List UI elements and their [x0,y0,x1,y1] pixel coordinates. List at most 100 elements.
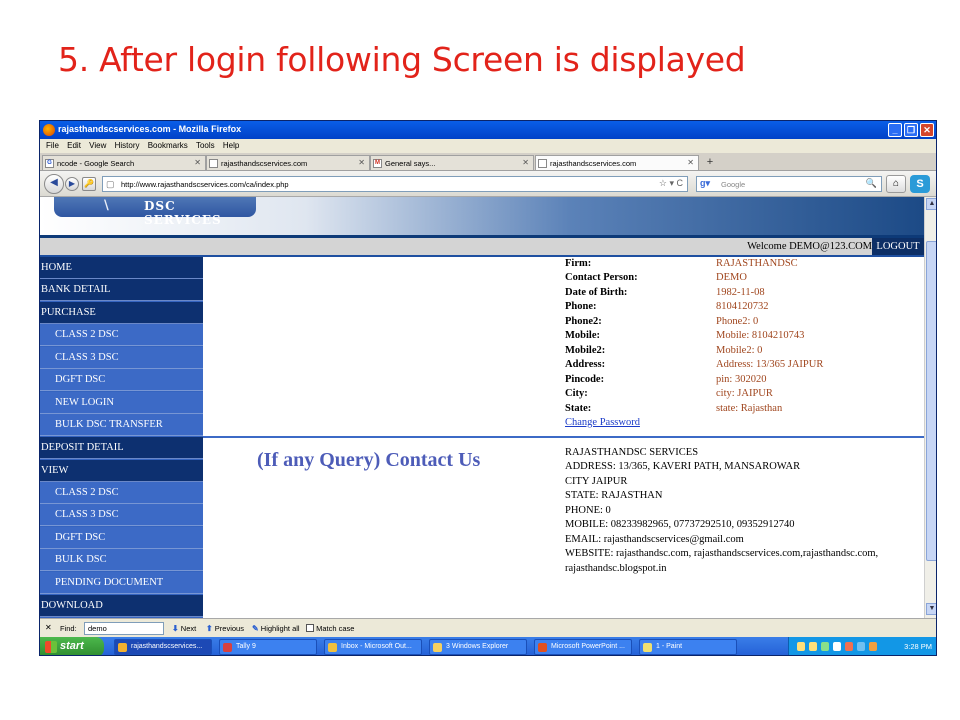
find-close-icon[interactable]: ✕ [45,623,52,632]
highlight-all-button[interactable]: ✎ Highlight all [252,624,300,633]
menu-tools[interactable]: Tools [196,141,215,150]
folder-icon [433,643,442,652]
search-box[interactable]: g▾ Google 🔍 [696,176,882,192]
match-case-checkbox[interactable]: Match case [306,624,354,633]
profile-value: pin: 302020 [716,374,767,385]
sidebar-item-view-bulk[interactable]: BULK DSC [40,549,203,571]
sidebar-item-new-login[interactable]: NEW LOGIN [40,392,203,414]
window-title: rajasthandscservices.com - Mozilla Firef… [58,124,242,134]
tray-help-icon[interactable] [797,642,805,651]
profile-value: city: JAIPUR [716,388,773,399]
page-info-icon[interactable]: 🔑 [82,177,96,191]
sidebar-item-download[interactable]: DOWNLOAD [40,595,203,617]
scroll-up-icon[interactable]: ▲ [926,198,936,210]
sidebar-item-bank-detail[interactable]: BANK DETAIL [40,279,203,301]
tray-antivirus-icon[interactable] [845,642,853,651]
menu-file[interactable]: File [46,141,59,150]
outlook-icon [328,643,337,652]
menu-view[interactable]: View [89,141,106,150]
tab-rajasthandsc-active[interactable]: rajasthandscservices.com ✕ [535,155,699,170]
start-label: start [60,640,84,652]
maximize-icon[interactable]: ❐ [904,123,918,137]
skype-icon[interactable]: S [910,175,930,193]
profile-label: State: [565,403,592,414]
tray-network-icon[interactable] [809,642,817,651]
profile-label: Firm: [565,258,592,269]
window-title-bar[interactable]: rajasthandscservices.com - Mozilla Firef… [40,121,936,139]
tab-google-search[interactable]: G ncode - Google Search ✕ [42,155,206,170]
tray-update-icon[interactable] [869,642,877,651]
forward-arrow-icon[interactable]: ▶ [65,177,79,191]
sidebar-item-purchase-dgft[interactable]: DGFT DSC [40,369,203,391]
find-previous-button[interactable]: ⬆ Previous [206,624,244,633]
home-icon[interactable]: ⌂ [886,175,906,193]
tray-skype-icon[interactable] [857,642,865,651]
logout-button[interactable]: LOGOUT [872,238,924,255]
sidebar-item-deposit-detail[interactable]: DEPOSIT DETAIL [40,437,203,459]
minimize-icon[interactable]: _ [888,123,902,137]
profile-value: 8104120732 [716,301,769,312]
site-logo[interactable]: \ DSC SERVICES [54,197,256,227]
sidebar-item-purchase[interactable]: PURCHASE [40,302,203,324]
task-label: 3 Windows Explorer [446,643,509,650]
search-icon[interactable]: 🔍 [866,178,877,189]
find-input[interactable]: demo [84,622,164,635]
sidebar-item-view-class2[interactable]: CLASS 2 DSC [40,482,203,504]
sidebar-item-view[interactable]: VIEW [40,460,203,482]
sidebar-item-bulk-transfer[interactable]: BULK DSC TRANSFER [40,414,203,436]
tab-gmail[interactable]: M General says... ✕ [370,155,534,170]
highlighter-icon: ✎ [252,624,259,633]
url-text: http://www.rajasthandscservices.com/ca/i… [121,180,289,189]
task-label: rajasthandscservices... [131,643,203,650]
logo-swoosh-icon: \ [104,198,110,213]
taskbar-clock: 3:28 PM [904,642,932,651]
sidebar-item-view-class3[interactable]: CLASS 3 DSC [40,504,203,526]
page-favicon-icon [538,159,547,168]
sidebar-item-purchase-class3[interactable]: CLASS 3 DSC [40,347,203,369]
profile-value: 1982-11-08 [716,287,765,298]
navigation-toolbar: ◀ ▶ 🔑 ▢ http://www.rajasthandscservices.… [40,171,936,197]
gmail-favicon-icon: M [373,159,382,168]
sidebar-item-purchase-class2[interactable]: CLASS 2 DSC [40,324,203,346]
taskbar-item-firefox[interactable]: rajasthandscservices... [114,639,212,655]
tab-label: rajasthandscservices.com [550,159,637,168]
start-button[interactable]: start [40,637,104,655]
find-next-button[interactable]: ⬇ Next [172,624,196,633]
tab-close-icon[interactable]: ✕ [522,158,529,167]
tray-security-icon[interactable] [821,642,829,651]
sidebar-item-view-dgft[interactable]: DGFT DSC [40,527,203,549]
taskbar-item-explorer[interactable]: 3 Windows Explorer [429,639,527,655]
url-bar[interactable]: ▢ http://www.rajasthandscservices.com/ca… [102,176,688,192]
taskbar-item-outlook[interactable]: Inbox - Microsoft Out... [324,639,422,655]
scroll-thumb[interactable] [926,241,936,561]
back-arrow-icon[interactable]: ◀ [44,174,64,194]
google-logo-icon: g▾ [700,178,711,188]
vertical-scrollbar[interactable]: ▲ ▼ [924,197,936,618]
taskbar-item-paint[interactable]: 1 - Paint [639,639,737,655]
menu-edit[interactable]: Edit [67,141,81,150]
change-password-link[interactable]: Change Password [565,417,640,428]
sidebar-item-home[interactable]: HOME [40,257,203,279]
profile-value: Mobile2: 0 [716,345,763,356]
tray-volume-icon[interactable] [833,642,841,651]
menu-bookmarks[interactable]: Bookmarks [148,141,188,150]
contact-line: STATE: RAJASTHAN [565,490,663,501]
taskbar-item-powerpoint[interactable]: Microsoft PowerPoint ... [534,639,632,655]
query-heading: (If any Query) Contact Us [257,449,481,471]
menu-history[interactable]: History [115,141,140,150]
menu-help[interactable]: Help [223,141,239,150]
logo-text: DSC SERVICES [144,199,222,227]
tab-close-icon[interactable]: ✕ [687,158,694,167]
close-icon[interactable]: ✕ [920,123,934,137]
scroll-down-icon[interactable]: ▼ [926,603,936,615]
tab-close-icon[interactable]: ✕ [358,158,365,167]
taskbar-item-tally[interactable]: Tally 9 [219,639,317,655]
welcome-bar: Welcome DEMO@123.COM LOGOUT [40,235,924,257]
sidebar-item-pending-document[interactable]: PENDING DOCUMENT [40,572,203,594]
url-controls-icon[interactable]: ☆ ▾ C [659,178,683,189]
tab-close-icon[interactable]: ✕ [194,158,201,167]
contact-line: CITY JAIPUR [565,476,628,487]
new-tab-icon[interactable]: + [703,156,717,169]
highlight-all-label: Highlight all [260,624,300,633]
tab-rajasthandsc-1[interactable]: rajasthandscservices.com ✕ [206,155,370,170]
